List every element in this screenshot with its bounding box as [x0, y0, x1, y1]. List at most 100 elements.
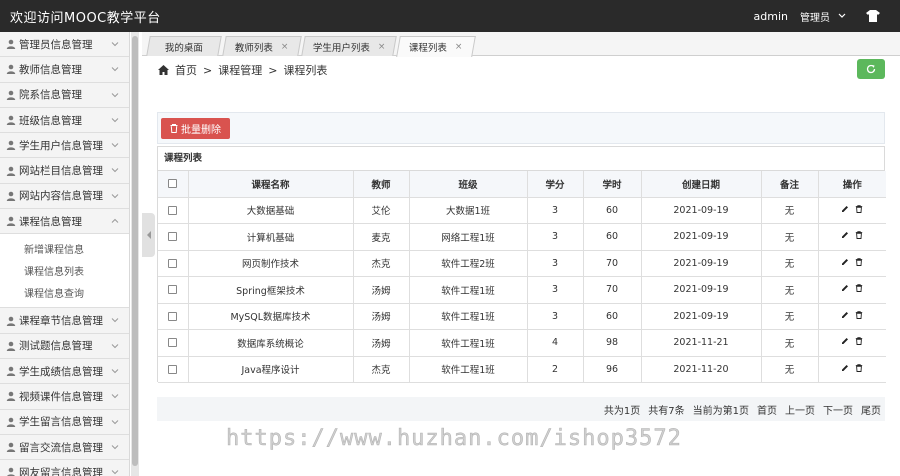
scrollbar-thumb[interactable]: [132, 36, 138, 466]
sidebar-item[interactable]: 测试题信息管理: [0, 333, 129, 359]
trash-icon[interactable]: [855, 311, 863, 319]
sidebar-subitem[interactable]: 新增课程信息: [0, 237, 129, 260]
table-cell: 麦克: [352, 223, 410, 251]
tab-course-list[interactable]: 课程列表 ×: [396, 36, 476, 57]
pagination: 共为1页 共有7条 当前为第1页 首页 上一页 下一页 尾页: [157, 397, 885, 421]
watermark: https://www.huzhan.com/ishop3572: [226, 426, 682, 452]
table-cell: 2021-09-19: [640, 223, 762, 251]
sidebar-item-label: 课程信息管理: [19, 215, 82, 228]
trash-icon[interactable]: [855, 337, 863, 346]
edit-icon[interactable]: [841, 284, 849, 292]
user-icon: [6, 216, 16, 227]
sidebar-item-label: 网站内容信息管理: [19, 190, 103, 203]
sidebar-scrollbar[interactable]: [131, 32, 139, 476]
table-cell: 软件工程1班: [408, 302, 528, 330]
trash-icon[interactable]: [855, 364, 863, 372]
table-cell: 70: [582, 249, 642, 277]
edit-icon[interactable]: [841, 364, 849, 372]
sidebar-item-label: 教师信息管理: [19, 63, 82, 76]
sidebar-item[interactable]: 学生成绩信息管理: [0, 358, 129, 385]
sidebar-item[interactable]: 课程信息管理: [0, 209, 129, 235]
row-checkbox[interactable]: [168, 338, 178, 348]
course-table-panel: 课程列表 课程名称 教师 班级 学分 学时 创建日期 备注 操作 大数据基础 艾伦…: [157, 146, 886, 383]
table-cell: 2021-09-19: [640, 196, 762, 224]
sidebar-item[interactable]: 教师信息管理: [0, 57, 129, 83]
edit-icon[interactable]: [841, 205, 849, 213]
tab-student-list[interactable]: 学生用户列表 ×: [301, 36, 397, 56]
pager-next[interactable]: 下一页: [823, 402, 853, 417]
edit-icon[interactable]: [841, 231, 849, 239]
sidebar-item[interactable]: 班级信息管理: [0, 107, 129, 134]
course-table: 课程名称 教师 班级 学分 学时 创建日期 备注 操作 大数据基础 艾伦 大数据1班…: [158, 171, 886, 383]
sidebar-item[interactable]: 院系信息管理: [0, 82, 129, 108]
sidebar-item[interactable]: 学生用户信息管理: [0, 133, 129, 159]
sidebar-item-label: 班级信息管理: [19, 114, 82, 127]
sidebar-subitem[interactable]: 课程信息查询: [0, 281, 129, 304]
row-checkbox[interactable]: [168, 232, 178, 242]
toolbar: 批量删除: [157, 112, 885, 144]
user-icon: [6, 115, 16, 126]
select-all-checkbox[interactable]: [168, 179, 178, 189]
close-icon[interactable]: ×: [281, 42, 289, 52]
row-checkbox[interactable]: [168, 364, 178, 374]
trash-icon[interactable]: [855, 284, 863, 293]
user-icon: [6, 166, 16, 176]
table-cell: 无: [760, 196, 819, 224]
trash-icon[interactable]: [855, 205, 863, 213]
sidebar-item[interactable]: 管理员信息管理: [0, 32, 129, 58]
user-icon: [6, 442, 16, 452]
sidebar-item[interactable]: 留言交流信息管理: [0, 434, 129, 461]
chevron-down-icon: [111, 143, 119, 148]
edit-icon[interactable]: [841, 258, 849, 266]
col-header: 课程名称: [187, 171, 354, 198]
tshirt-icon[interactable]: [866, 10, 880, 22]
sidebar-item-label: 课程章节信息管理: [19, 315, 103, 328]
pager-last[interactable]: 尾页: [861, 402, 881, 417]
sidebar-item[interactable]: 课程章节信息管理: [0, 308, 129, 334]
refresh-button[interactable]: [857, 59, 885, 79]
row-checkbox[interactable]: [168, 311, 178, 321]
select-all-cell: [158, 171, 189, 198]
sidebar-item[interactable]: 视频课件信息管理: [0, 384, 129, 410]
refresh-icon: [866, 64, 876, 74]
sidebar-item[interactable]: 网站栏目信息管理: [0, 158, 129, 184]
sidebar-item[interactable]: 网友留言信息管理: [0, 460, 129, 476]
role-menu[interactable]: 管理员: [800, 9, 830, 24]
row-checkbox[interactable]: [168, 258, 178, 268]
breadcrumb-level2: 课程列表: [283, 64, 328, 77]
close-icon[interactable]: ×: [455, 42, 463, 52]
breadcrumb-level1[interactable]: 课程管理: [218, 62, 262, 78]
trash-icon[interactable]: [855, 258, 863, 266]
col-header: 创建日期: [640, 171, 762, 198]
sidebar-item[interactable]: 网站内容信息管理: [0, 183, 129, 210]
trash-icon[interactable]: [855, 231, 863, 240]
sidebar-item-label: 网友留言信息管理: [19, 466, 103, 476]
col-header: 操作: [817, 171, 886, 198]
edit-icon[interactable]: [841, 337, 849, 345]
batch-delete-button[interactable]: 批量删除: [161, 118, 230, 139]
sidebar-item[interactable]: 学生留言信息管理: [0, 409, 129, 435]
sidebar-subitem[interactable]: 课程信息列表: [0, 259, 129, 282]
table-cell: 2021-09-19: [640, 302, 762, 330]
tab-my-desktop[interactable]: 我的桌面: [146, 36, 222, 56]
tab-teacher-list[interactable]: 教师列表 ×: [222, 36, 302, 56]
edit-icon[interactable]: [841, 311, 849, 319]
chevron-down-icon: [111, 318, 119, 323]
pager-prev[interactable]: 上一页: [785, 402, 815, 417]
row-checkbox[interactable]: [168, 285, 178, 295]
username[interactable]: admin: [754, 10, 788, 23]
breadcrumb-home[interactable]: 首页: [175, 62, 197, 78]
row-checkbox[interactable]: [168, 205, 178, 215]
table-cell: 70: [582, 276, 642, 304]
close-icon[interactable]: ×: [378, 42, 386, 52]
chevron-left-icon: [146, 231, 151, 239]
sidebar-collapse-toggle[interactable]: [142, 213, 155, 257]
sidebar-submenu: 新增课程信息 课程信息列表 课程信息查询: [0, 234, 129, 309]
breadcrumb: 首页 > 课程管理 > 课程列表: [158, 62, 327, 78]
table-cell: 60: [582, 302, 642, 330]
sidebar: 管理员信息管理教师信息管理院系信息管理班级信息管理学生用户信息管理 网站栏目信息管…: [0, 32, 130, 476]
pager-first[interactable]: 首页: [757, 402, 777, 417]
sidebar-item-label: 学生留言信息管理: [19, 416, 103, 429]
chevron-down-icon[interactable]: [838, 13, 846, 19]
table-cell: 无: [760, 223, 819, 251]
